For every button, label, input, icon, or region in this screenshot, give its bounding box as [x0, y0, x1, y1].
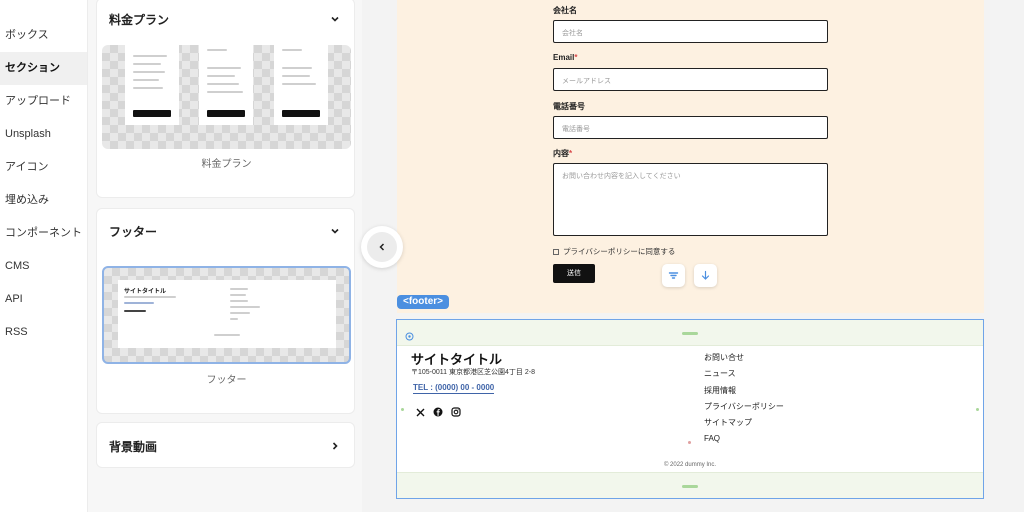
nav-item-icon[interactable]: アイコン — [0, 151, 87, 184]
instagram-icon[interactable] — [450, 406, 462, 418]
footer-element-tag[interactable]: <footer> — [397, 295, 450, 309]
mini-site-title: サイトタイトル — [124, 289, 167, 295]
resize-dot-left[interactable] — [401, 408, 404, 411]
nav-item-embed[interactable]: 埋め込み — [0, 184, 87, 217]
x-icon[interactable] — [414, 406, 426, 418]
footer-link-faq[interactable]: FAQ — [704, 431, 784, 447]
footer-top-padding[interactable] — [397, 320, 983, 346]
footer-bottom-padding[interactable] — [397, 472, 983, 498]
chevron-left-icon[interactable] — [367, 232, 397, 262]
nav-item-section[interactable]: セクション — [0, 52, 87, 85]
address: 〒105-0011 東京都港区芝公園4丁目 2-8 — [411, 369, 535, 376]
filter-icon[interactable] — [662, 264, 685, 287]
footer-links: お問い合せ ニュース 採用情報 プライバシーポリシー サイトマップ FAQ — [704, 350, 784, 448]
bgvideo-card-header[interactable]: 背景動画 — [97, 423, 354, 469]
footer-link-news[interactable]: ニュース — [704, 366, 784, 382]
pricing-mini-col-2 — [199, 45, 253, 125]
pricing-mini-col-1 — [125, 45, 179, 125]
privacy-consent[interactable]: プライバシーポリシーに同意する — [553, 246, 675, 257]
target-icon[interactable] — [405, 328, 414, 346]
center-dot — [688, 441, 691, 444]
footer-card-title: フッター — [109, 224, 158, 239]
footer-thumbnail[interactable]: サイトタイトル — [102, 266, 351, 364]
nav-item-component[interactable]: コンポーネント — [0, 217, 87, 250]
pricing-card: 料金プラン 料金プラン — [96, 0, 355, 198]
company-input[interactable]: 会社名 — [553, 20, 828, 43]
padding-handle[interactable] — [682, 332, 698, 335]
nav-item-upload[interactable]: アップロード — [0, 85, 87, 118]
privacy-label: プライバシーポリシーに同意する — [563, 247, 676, 256]
email-required-mark: * — [574, 53, 578, 62]
bgvideo-card-title: 背景動画 — [109, 439, 158, 454]
chevron-right-icon[interactable] — [328, 439, 342, 453]
padding-handle[interactable] — [682, 485, 698, 488]
pricing-mini-col-3 — [274, 45, 328, 125]
footer-mini-preview: サイトタイトル — [118, 280, 336, 348]
nav-item-box[interactable]: ボックス — [0, 19, 87, 52]
collapse-panel-button[interactable] — [361, 226, 403, 268]
content-required-mark: * — [569, 149, 573, 158]
content-label-text: 内容 — [553, 149, 569, 158]
footer-link-privacy[interactable]: プライバシーポリシー — [704, 399, 784, 415]
nav-item-rss[interactable]: RSS — [0, 316, 87, 349]
copyright: © 2022 dummy Inc. — [663, 462, 717, 468]
footer-link-recruit[interactable]: 採用情報 — [704, 383, 784, 399]
nav-item-api[interactable]: API — [0, 283, 87, 316]
email-label: Email* — [553, 53, 577, 62]
nav-item-cms[interactable]: CMS — [0, 250, 87, 283]
footer-card: フッター サイトタイトル フッター — [96, 208, 355, 414]
section-panel: 料金プラン 料金プラン フッター サイトタイトル フッター 背景動画 — [87, 0, 362, 512]
resize-dot-right[interactable] — [976, 408, 979, 411]
left-nav: ボックス セクション アップロード Unsplash アイコン 埋め込み コンポ… — [0, 0, 87, 512]
nav-list: ボックス セクション アップロード Unsplash アイコン 埋め込み コンポ… — [0, 19, 87, 349]
footer-section[interactable]: サイトタイトル 〒105-0011 東京都港区芝公園4丁目 2-8 TEL : … — [396, 319, 984, 499]
email-input[interactable]: メールアドレス — [553, 68, 828, 91]
pricing-caption: 料金プラン — [201, 159, 252, 170]
submit-button[interactable]: 送信 — [553, 264, 595, 283]
editor-canvas: 会社名 会社名 Email* メールアドレス 電話番号 電話番号 内容* お問い… — [362, 0, 1024, 512]
phone-input[interactable]: 電話番号 — [553, 116, 828, 139]
chevron-down-icon[interactable] — [328, 224, 342, 238]
footer-link-sitemap[interactable]: サイトマップ — [704, 415, 784, 431]
pricing-card-title: 料金プラン — [109, 12, 170, 27]
facebook-icon[interactable] — [432, 406, 444, 418]
phone-label: 電話番号 — [553, 102, 585, 111]
arrow-down-icon[interactable] — [694, 264, 717, 287]
contact-form-section[interactable]: 会社名 会社名 Email* メールアドレス 電話番号 電話番号 内容* お問い… — [397, 0, 984, 313]
footer-card-header[interactable]: フッター — [97, 209, 354, 253]
footer-caption: フッター — [206, 375, 247, 386]
chevron-down-icon[interactable] — [328, 12, 342, 26]
site-title: サイトタイトル — [411, 352, 503, 367]
content-textarea[interactable]: お問い合わせ内容を記入してください — [553, 163, 828, 236]
content-label: 内容* — [553, 148, 572, 159]
email-label-text: Email — [553, 53, 575, 62]
privacy-checkbox[interactable] — [553, 248, 559, 255]
pricing-thumbnail[interactable] — [102, 45, 351, 149]
tel-link[interactable]: TEL : (0000) 00 - 0000 — [413, 383, 495, 394]
pricing-card-header[interactable]: 料金プラン — [97, 0, 354, 39]
nav-item-unsplash[interactable]: Unsplash — [0, 118, 87, 151]
bgvideo-card[interactable]: 背景動画 — [96, 422, 355, 468]
company-label: 会社名 — [553, 6, 577, 15]
footer-link-contact[interactable]: お問い合せ — [704, 350, 784, 366]
